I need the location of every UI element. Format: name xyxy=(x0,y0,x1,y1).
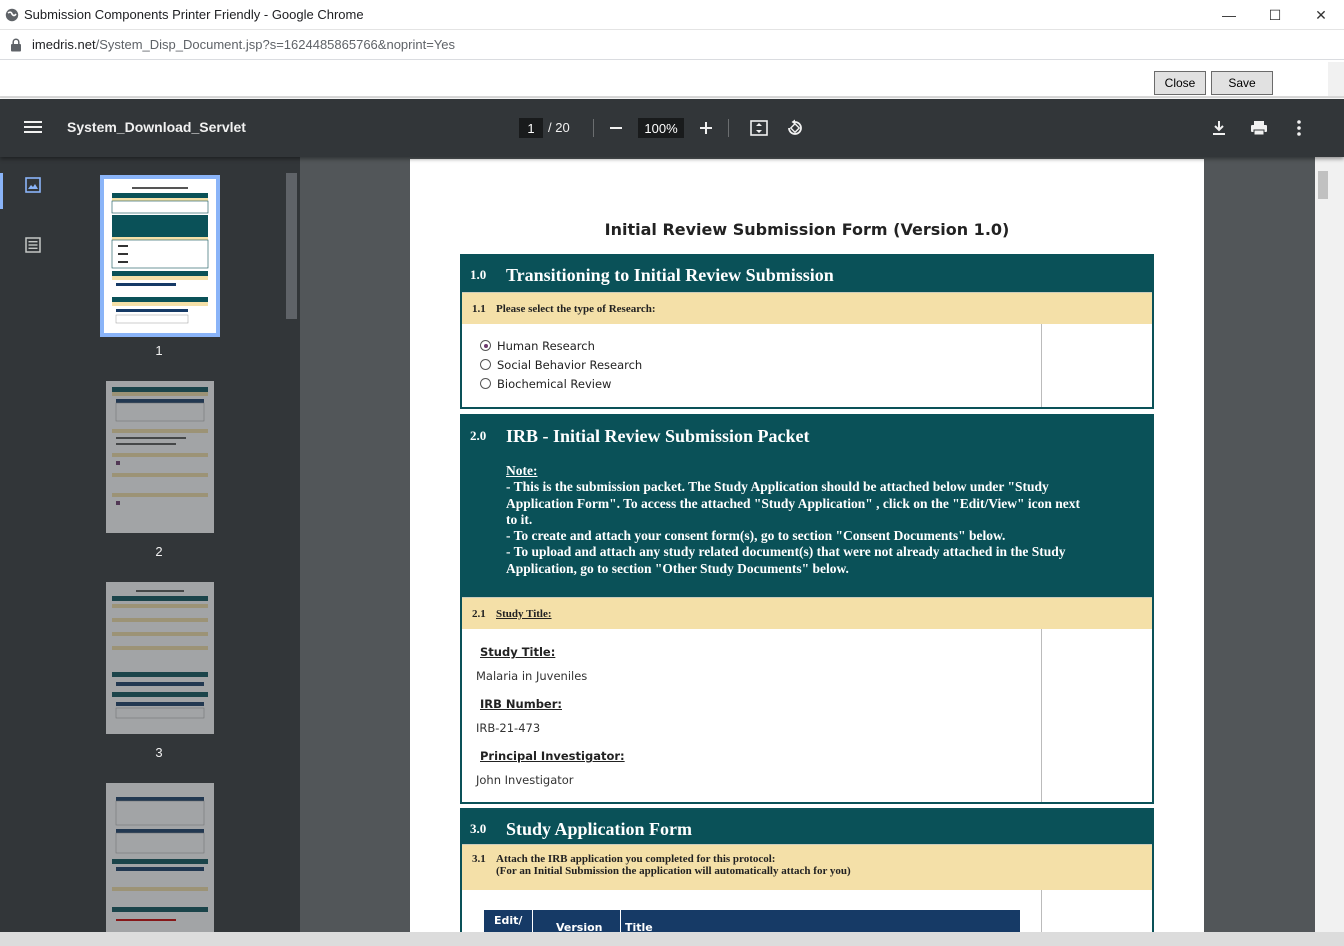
page-thumbnail[interactable] xyxy=(106,381,214,533)
thumbnail-label: 1 xyxy=(155,343,163,358)
radio-icon[interactable] xyxy=(480,378,491,389)
radio-option[interactable]: Human Research xyxy=(480,336,1152,355)
toolbar-divider xyxy=(593,119,594,137)
sidebar-scrollbar[interactable] xyxy=(284,157,299,932)
more-options-icon[interactable] xyxy=(1288,117,1310,139)
study-title-label: Study Title: xyxy=(480,645,556,659)
list-icon xyxy=(25,237,41,253)
section-3-header: 3.0 Study Application Form xyxy=(462,810,1152,844)
section-number: 1.0 xyxy=(470,267,487,282)
zoom-out-icon[interactable] xyxy=(605,117,627,139)
page-thumbnail[interactable] xyxy=(100,175,220,337)
study-title-value: Malaria in Juveniles xyxy=(476,669,588,683)
note-line: to it. xyxy=(506,511,533,527)
section-number: 2.0 xyxy=(470,428,487,443)
form-title: Initial Review Submission Form (Version … xyxy=(604,220,1010,239)
note-label: Note: xyxy=(506,463,538,478)
note-line: - This is the submission packet. The Stu… xyxy=(506,479,1049,495)
address-bar[interactable]: imedris.net/System_Disp_Document.jsp?s=1… xyxy=(0,30,1344,60)
download-icon[interactable] xyxy=(1208,117,1230,139)
page-thumbnail[interactable] xyxy=(106,783,214,932)
fit-page-icon[interactable] xyxy=(748,117,770,139)
research-type-options: Human Research Social Behavior Research … xyxy=(462,324,1152,407)
note-line: - To create and attach your consent form… xyxy=(506,528,1006,544)
zoom-level-input[interactable]: 100% xyxy=(638,118,684,138)
radio-selected-icon[interactable] xyxy=(480,340,491,351)
subsection-line: Attach the IRB application you completed… xyxy=(496,853,776,865)
pdf-viewer: System_Download_Servlet 1 / 20 100% 1 2 … xyxy=(0,99,1344,939)
pdf-page: Initial Review Submission Form (Version … xyxy=(410,159,1204,939)
image-icon xyxy=(25,177,41,193)
subsection-1-1: 1.1 Please select the type of Research: xyxy=(462,292,1152,324)
window-scrollbar[interactable] xyxy=(1330,99,1344,935)
radio-option[interactable]: Social Behavior Research xyxy=(480,355,1152,374)
zoom-in-icon[interactable] xyxy=(695,117,717,139)
outer-scrollbar-top[interactable] xyxy=(1328,62,1344,96)
col-edit: Edit/ xyxy=(494,914,523,927)
window-close-button[interactable]: ✕ xyxy=(1298,0,1344,30)
site-globe-icon xyxy=(5,8,19,21)
radio-option[interactable]: Biochemical Review xyxy=(480,374,1152,393)
pdf-file-name: System_Download_Servlet xyxy=(67,119,246,135)
subsection-number: 3.1 xyxy=(472,853,486,865)
subsection-2-1: 2.1 Study Title: xyxy=(462,597,1152,629)
url-host: imedris.net xyxy=(32,37,96,52)
option-label: Human Research xyxy=(497,338,595,353)
print-icon[interactable] xyxy=(1248,117,1270,139)
option-label: Biochemical Review xyxy=(497,376,612,391)
rotate-icon[interactable] xyxy=(784,117,806,139)
section-2-header: 2.0 IRB - Initial Review Submission Pack… xyxy=(462,416,1152,597)
subsection-number: 2.1 xyxy=(472,607,486,620)
minimize-button[interactable]: — xyxy=(1206,0,1252,30)
subsection-line: (For an Initial Submission the applicati… xyxy=(496,865,851,877)
save-button[interactable]: Save xyxy=(1211,71,1273,95)
page-total: / 20 xyxy=(548,120,570,135)
section-3: 3.0 Study Application Form 3.1 Attach th… xyxy=(460,808,1154,939)
pdf-toolbar: System_Download_Servlet 1 / 20 100% xyxy=(0,99,1344,157)
section-1: 1.0 Transitioning to Initial Review Subm… xyxy=(460,254,1154,409)
subsection-3-1: 3.1 Attach the IRB application you compl… xyxy=(462,844,1152,890)
note-line: Application Form". To access the attache… xyxy=(506,495,1080,511)
radio-icon[interactable] xyxy=(480,359,491,370)
url-text[interactable]: imedris.net/System_Disp_Document.jsp?s=1… xyxy=(32,37,455,52)
action-bar: Close Save xyxy=(0,60,1344,98)
lock-icon xyxy=(11,38,21,51)
menu-icon[interactable] xyxy=(24,119,42,135)
window-title: Submission Components Printer Friendly -… xyxy=(24,7,364,22)
pi-label: Principal Investigator: xyxy=(480,749,625,763)
irb-number-label: IRB Number: xyxy=(480,697,562,711)
option-label: Social Behavior Research xyxy=(497,357,643,372)
window-title-bar: Submission Components Printer Friendly -… xyxy=(0,0,1344,30)
subsection-title: Please select the type of Research: xyxy=(496,302,656,315)
page-thumbnail[interactable] xyxy=(106,582,214,734)
study-info: Study Title: Malaria in Juveniles IRB Nu… xyxy=(462,629,1152,802)
section-number: 3.0 xyxy=(470,821,487,836)
section-title: Study Application Form xyxy=(506,819,693,839)
document-scrollbar[interactable] xyxy=(1315,157,1330,932)
packet-note: Note: - This is the submission packet. T… xyxy=(462,463,1080,577)
subsection-title: Study Title: xyxy=(496,607,552,620)
url-path: /System_Disp_Document.jsp?s=162448586576… xyxy=(95,37,456,52)
section-1-header: 1.0 Transitioning to Initial Review Subm… xyxy=(462,256,1152,292)
page-number-input[interactable]: 1 xyxy=(519,118,543,138)
close-button[interactable]: Close xyxy=(1154,71,1206,95)
irb-number-value: IRB-21-473 xyxy=(476,721,541,735)
section-2: 2.0 IRB - Initial Review Submission Pack… xyxy=(460,414,1154,804)
thumbnail-label: 2 xyxy=(155,544,163,559)
note-line: - To upload and attach any study related… xyxy=(506,544,1066,560)
outline-tab[interactable] xyxy=(0,225,66,265)
thumbnails-tab[interactable] xyxy=(0,165,66,209)
thumbnail-sidebar: 1 2 3 xyxy=(0,157,300,932)
toolbar-divider xyxy=(728,119,729,137)
thumbnail-label: 3 xyxy=(155,745,163,760)
section-title: Transitioning to Initial Review Submissi… xyxy=(506,265,834,285)
horizontal-scrollbar[interactable] xyxy=(0,932,1344,946)
section-title: IRB - Initial Review Submission Packet xyxy=(506,426,810,446)
pi-value: John Investigator xyxy=(476,773,574,787)
maximize-button[interactable]: ☐ xyxy=(1252,0,1298,30)
note-line: Application, go to section "Other Study … xyxy=(506,560,849,576)
subsection-number: 1.1 xyxy=(472,302,486,315)
